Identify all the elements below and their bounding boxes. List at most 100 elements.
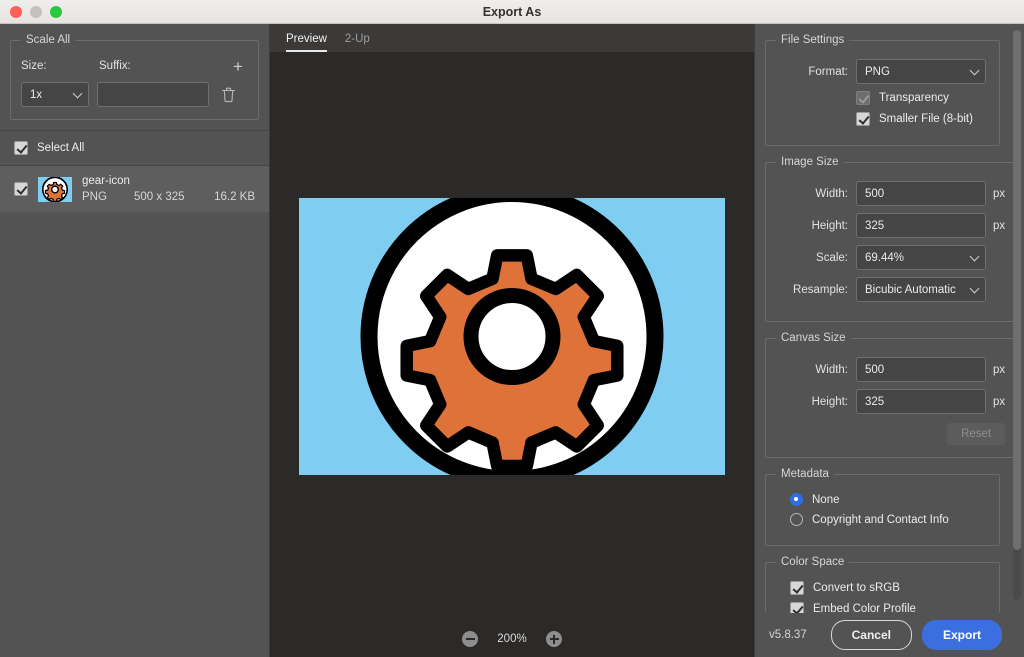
version-label: v5.8.37 (769, 629, 807, 641)
file-item-checkbox[interactable] (14, 182, 28, 196)
tab-2up[interactable]: 2-Up (345, 33, 370, 52)
metadata-none-radio[interactable] (790, 493, 803, 506)
scale-all-group: Scale All Size: Suffix: + 1x (10, 34, 259, 120)
color-space-legend: Color Space (781, 556, 845, 568)
canvas-height-label: Height: (811, 395, 848, 408)
trash-icon[interactable] (217, 84, 239, 106)
file-settings-legend: File Settings (781, 34, 845, 46)
scale-all-header-row: Size: Suffix: + (21, 56, 248, 76)
image-size-group: Image Size Width: px Height: px Scale: 6… (765, 156, 1017, 322)
reset-button: Reset (947, 423, 1006, 445)
metadata-legend: Metadata (781, 468, 829, 480)
chevron-down-icon (969, 65, 980, 75)
suffix-label: Suffix: (99, 60, 131, 72)
embed-profile-label: Embed Color Profile (813, 603, 916, 613)
dialog-footer: v5.8.37 Cancel Export (755, 613, 1024, 657)
size-label: Size: (21, 60, 47, 72)
suffix-input[interactable] (97, 82, 209, 107)
image-width-input[interactable] (856, 181, 986, 206)
image-height-row: Height: px (776, 213, 1005, 238)
image-scale-row: Scale: 69.44% (776, 245, 1005, 270)
resample-select[interactable]: Bicubic Automatic (856, 277, 986, 302)
smaller-file-label: Smaller File (8-bit) (879, 113, 973, 125)
embed-profile-row[interactable]: Embed Color Profile (790, 602, 989, 613)
canvas-width-row: Width: px (776, 357, 1005, 382)
image-width-row: Width: px (776, 181, 1005, 206)
metadata-none-label: None (812, 493, 840, 506)
file-settings-group: File Settings Format: PNG Transparency S… (765, 34, 1000, 146)
zoom-controls: 200% (270, 621, 754, 657)
preview-tabs: Preview 2-Up (270, 24, 754, 52)
file-item-name: gear-icon (82, 174, 130, 187)
cancel-button[interactable]: Cancel (830, 620, 912, 650)
canvas-width-unit: px (993, 363, 1006, 376)
minus-circle-icon[interactable] (462, 631, 478, 647)
smaller-file-row[interactable]: Smaller File (8-bit) (856, 112, 989, 126)
file-list: gear-icon PNG 500 x 325 16.2 KB (0, 166, 269, 657)
smaller-file-checkbox[interactable] (856, 112, 870, 126)
scale-all-controls-row: 1x (21, 82, 248, 107)
plus-circle-icon[interactable] (546, 631, 562, 647)
embed-profile-checkbox[interactable] (790, 602, 804, 613)
scale-size-value: 1x (30, 88, 43, 101)
convert-srgb-checkbox[interactable] (790, 581, 804, 595)
settings-scrollbar-thumb[interactable] (1013, 30, 1021, 550)
reset-row: Reset (776, 423, 1006, 445)
settings-panel: File Settings Format: PNG Transparency S… (754, 24, 1024, 657)
select-all-checkbox[interactable] (14, 141, 28, 155)
image-width-unit: px (993, 187, 1006, 200)
metadata-copyright-radio[interactable] (790, 513, 803, 526)
settings-scrollbar[interactable] (1013, 30, 1021, 600)
metadata-group: Metadata None Copyright and Contact Info (765, 468, 1000, 546)
file-item-size: 16.2 KB (214, 190, 255, 203)
image-width-label: Width: (815, 187, 848, 200)
select-all-row[interactable]: Select All (0, 130, 269, 166)
file-item-format: PNG (82, 190, 107, 203)
window-title: Export As (482, 4, 542, 19)
chevron-down-icon (969, 283, 980, 293)
color-space-group: Color Space Convert to sRGB Embed Color … (765, 556, 1000, 613)
preview-canvas[interactable] (270, 52, 754, 621)
file-item-meta: PNG 500 x 325 16.2 KB (82, 190, 255, 205)
transparency-label: Transparency (879, 92, 949, 104)
image-height-unit: px (993, 219, 1006, 232)
file-list-item[interactable]: gear-icon PNG 500 x 325 16.2 KB (0, 166, 269, 212)
export-button[interactable]: Export (921, 620, 1002, 650)
canvas-width-input[interactable] (856, 357, 986, 382)
dialog-body: Scale All Size: Suffix: + 1x Select All … (0, 24, 1024, 657)
image-height-input[interactable] (856, 213, 986, 238)
metadata-copyright-label: Copyright and Contact Info (812, 513, 949, 526)
plus-icon[interactable]: + (228, 56, 248, 76)
metadata-option-none[interactable]: None (790, 493, 989, 506)
file-thumbnail (38, 176, 72, 202)
preview-image (299, 198, 725, 475)
resample-row: Resample: Bicubic Automatic (776, 277, 1005, 302)
resample-label: Resample: (793, 283, 848, 296)
tab-preview[interactable]: Preview (286, 33, 327, 52)
canvas-size-group: Canvas Size Width: px Height: px Reset (765, 332, 1017, 458)
canvas-height-row: Height: px (776, 389, 1005, 414)
scale-all-legend: Scale All (26, 34, 71, 46)
metadata-option-copyright[interactable]: Copyright and Contact Info (790, 513, 989, 526)
left-panel: Scale All Size: Suffix: + 1x Select All … (0, 24, 270, 657)
convert-srgb-row[interactable]: Convert to sRGB (790, 581, 989, 595)
canvas-width-label: Width: (815, 363, 848, 376)
image-size-legend: Image Size (781, 156, 839, 168)
zoom-level-value: 200% (497, 633, 527, 645)
scale-size-select[interactable]: 1x (21, 82, 89, 107)
file-item-info: gear-icon PNG 500 x 325 16.2 KB (82, 174, 255, 205)
resample-value: Bicubic Automatic (865, 283, 956, 296)
format-value: PNG (865, 65, 890, 78)
format-select[interactable]: PNG (856, 59, 986, 84)
settings-scroll-area: File Settings Format: PNG Transparency S… (755, 24, 1024, 613)
image-height-label: Height: (811, 219, 848, 232)
window-titlebar: Export As (0, 0, 1024, 24)
file-item-dimensions: 500 x 325 (134, 190, 185, 203)
canvas-height-input[interactable] (856, 389, 986, 414)
transparency-row[interactable]: Transparency (856, 91, 989, 105)
convert-srgb-label: Convert to sRGB (813, 582, 900, 594)
transparency-checkbox (856, 91, 870, 105)
select-all-label: Select All (37, 142, 85, 154)
image-scale-select[interactable]: 69.44% (856, 245, 986, 270)
chevron-down-icon (969, 251, 980, 261)
